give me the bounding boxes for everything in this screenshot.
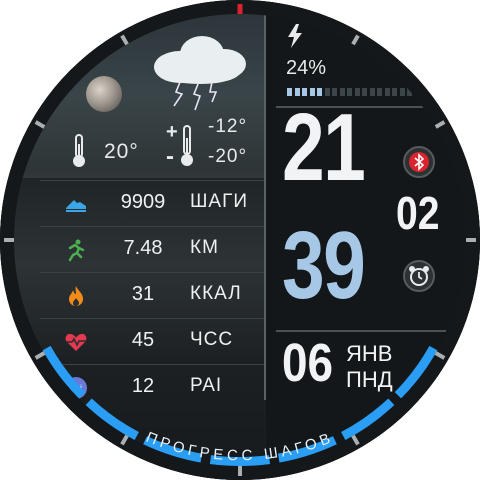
moon-phase-icon bbox=[86, 76, 122, 112]
flame-icon bbox=[69, 286, 83, 306]
thunderstorm-cloud-icon bbox=[154, 36, 246, 111]
heart-rate-value: 45 bbox=[131, 329, 155, 351]
pai-icon-label: pai bbox=[70, 383, 82, 393]
pai-unit: PAI bbox=[190, 375, 223, 396]
bluetooth-status[interactable] bbox=[403, 146, 435, 178]
heart-rate-row[interactable]: 45 ЧСС bbox=[40, 319, 264, 365]
bluetooth-icon bbox=[409, 152, 429, 172]
battery-segment bbox=[384, 88, 390, 96]
steps-unit: ШАГИ bbox=[190, 191, 249, 212]
battery-segment bbox=[429, 88, 435, 96]
distance-unit: КМ bbox=[190, 237, 219, 258]
pai-icon: pai bbox=[65, 377, 87, 399]
pai-row[interactable]: pai 12 PAI bbox=[40, 365, 264, 410]
divider-bottom bbox=[276, 330, 446, 332]
min-max-thermometer-icon: + - bbox=[166, 121, 193, 170]
min-sign: - bbox=[166, 143, 174, 170]
max-sign: + bbox=[166, 121, 178, 143]
battery-segment bbox=[422, 88, 427, 96]
battery-segment bbox=[407, 88, 412, 96]
thermometer-icon bbox=[73, 134, 85, 167]
date-weekday: ПНД bbox=[346, 367, 393, 392]
battery-segment bbox=[414, 88, 420, 96]
watch-face: 20° + - -12° -20° 9909 ШАГИ 7.48 КМ 31 К… bbox=[0, 0, 480, 480]
minute-digits: 39 bbox=[282, 212, 366, 319]
running-icon bbox=[68, 239, 85, 262]
seconds-digits: 02 bbox=[396, 187, 440, 239]
battery-segment bbox=[392, 88, 397, 96]
distance-value: 7.48 bbox=[123, 237, 163, 259]
steps-value: 9909 bbox=[120, 191, 166, 213]
hour-digits: 21 bbox=[282, 94, 366, 201]
battery-percent: 24% bbox=[286, 57, 327, 79]
steps-row[interactable]: 9909 ШАГИ bbox=[40, 180, 264, 227]
min-temperature: -20° bbox=[208, 146, 248, 167]
pai-value: 12 bbox=[131, 375, 155, 397]
calories-unit: ККАЛ bbox=[190, 283, 242, 304]
date-month: ЯНВ bbox=[346, 341, 393, 366]
distance-row[interactable]: 7.48 КМ bbox=[40, 227, 264, 273]
battery-segment bbox=[369, 88, 375, 96]
heart-rate-unit: ЧСС bbox=[190, 329, 234, 350]
alarm-shortcut[interactable] bbox=[403, 260, 435, 292]
shoe-icon bbox=[66, 200, 86, 212]
alarm-clock-icon bbox=[409, 266, 429, 286]
current-temperature: 20° bbox=[104, 140, 139, 163]
date-day: 06 bbox=[282, 333, 334, 393]
calories-row[interactable]: 31 ККАЛ bbox=[40, 273, 264, 319]
max-temperature: -12° bbox=[208, 116, 248, 137]
battery-segment bbox=[377, 88, 382, 96]
heart-rate-icon bbox=[65, 333, 87, 351]
bolt-icon bbox=[288, 24, 302, 48]
panel-divider bbox=[264, 10, 266, 400]
calories-value: 31 bbox=[131, 283, 155, 305]
activity-stats: 9909 ШАГИ 7.48 КМ 31 ККАЛ 45 ЧСС pai 12 … bbox=[40, 180, 264, 410]
battery-segment bbox=[399, 88, 405, 96]
